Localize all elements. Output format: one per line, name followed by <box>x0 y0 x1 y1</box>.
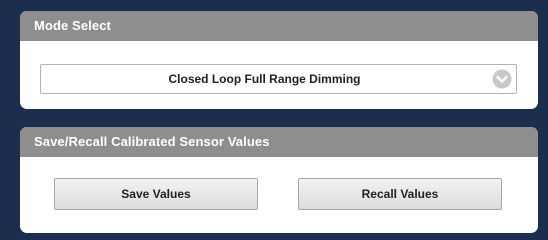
calibration-panel: Save/Recall Calibrated Sensor Values Sav… <box>20 127 538 233</box>
save-values-button[interactable]: Save Values <box>54 178 258 210</box>
mode-select-header: Mode Select <box>20 11 538 41</box>
mode-select-panel: Mode Select Closed Loop Full Range Dimmi… <box>20 11 538 109</box>
chevron-down-icon[interactable] <box>492 69 512 89</box>
mode-dropdown-value: Closed Loop Full Range Dimming <box>168 72 361 86</box>
mode-dropdown[interactable]: Closed Loop Full Range Dimming <box>40 64 517 94</box>
calibration-header: Save/Recall Calibrated Sensor Values <box>20 127 538 157</box>
recall-values-button[interactable]: Recall Values <box>298 178 502 210</box>
